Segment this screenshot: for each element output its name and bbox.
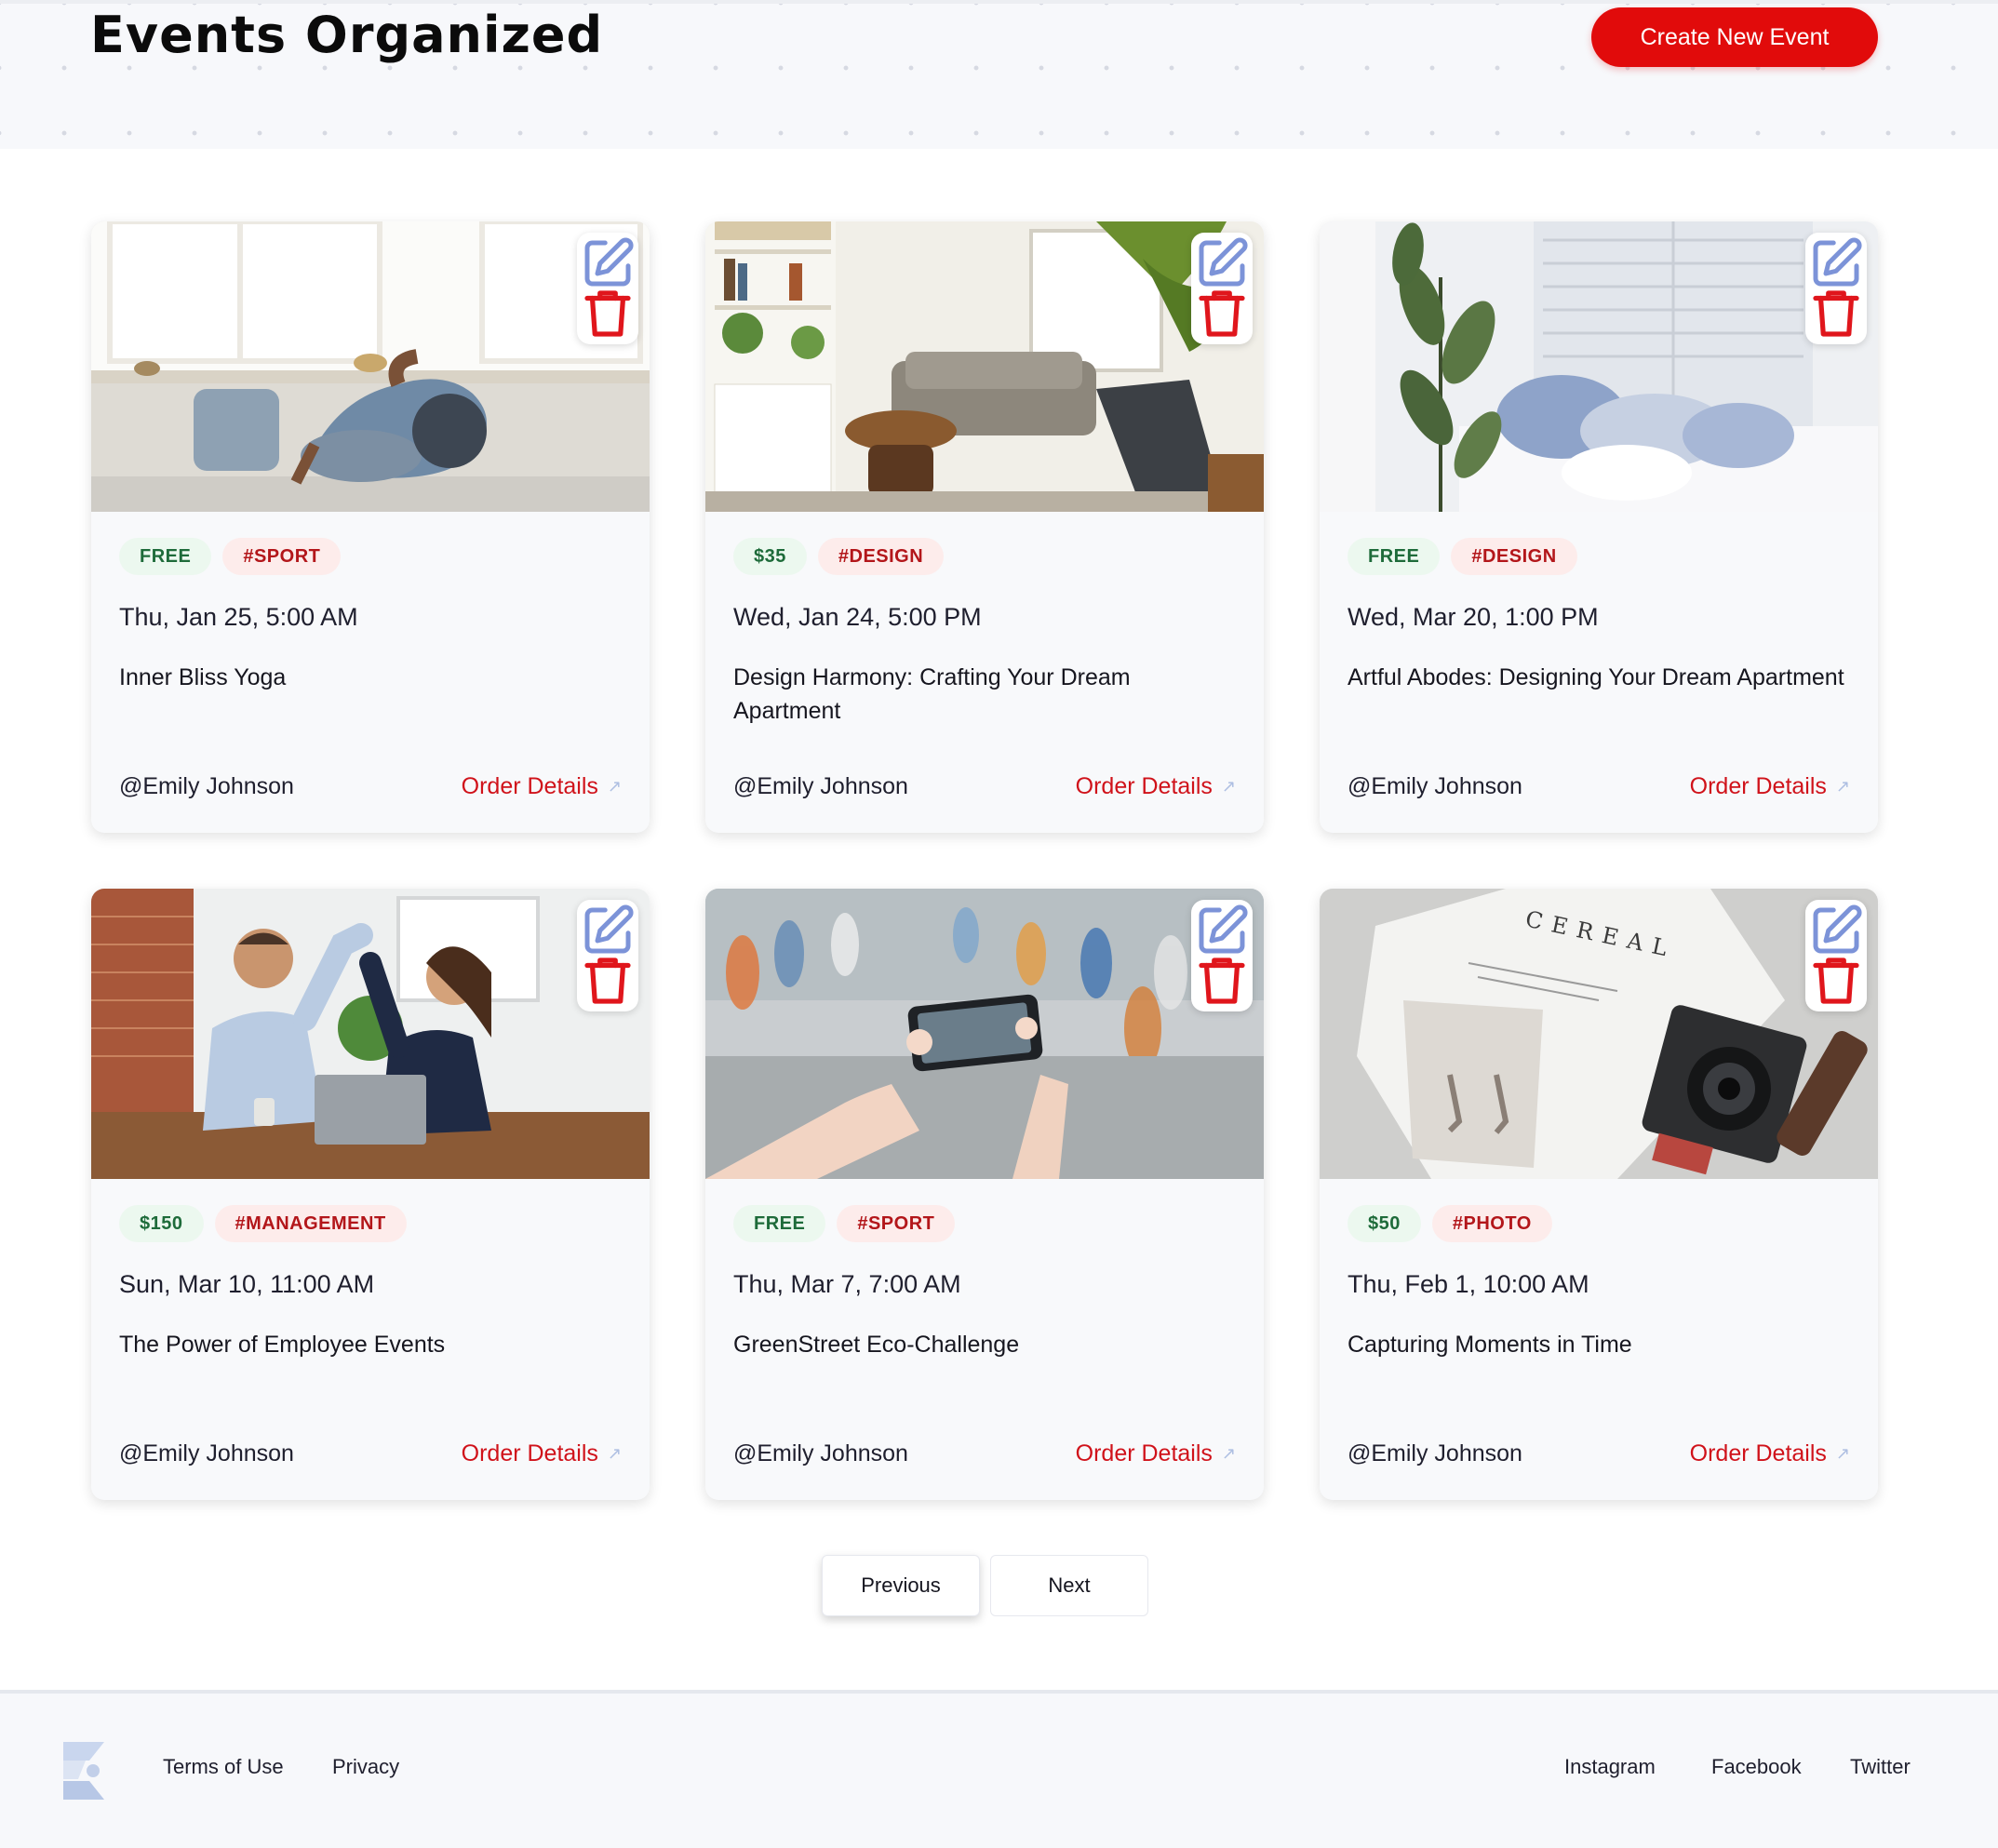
event-date: Thu, Feb 1, 10:00 AM: [1348, 1270, 1589, 1298]
event-title: Inner Bliss Yoga: [119, 664, 287, 690]
price-tag: $35: [733, 538, 807, 575]
arrow-up-right-icon: ↗: [1221, 1444, 1236, 1463]
trash-icon: [1813, 957, 1859, 1004]
page-title: Events Organized: [90, 6, 604, 64]
event-author: @Emily Johnson: [1348, 773, 1522, 799]
tag-list: FREE #SPORT: [733, 1205, 956, 1242]
event-title: The Power of Employee Events: [119, 1332, 446, 1358]
arrow-up-right-icon: ↗: [1835, 777, 1850, 796]
category-tag: #SPORT: [837, 1205, 956, 1242]
card-actions: [1805, 233, 1867, 344]
delete-button[interactable]: [1805, 956, 1867, 1006]
tag-list: $50 #PHOTO: [1348, 1205, 1552, 1242]
event-date: Wed, Mar 20, 1:00 PM: [1348, 603, 1599, 631]
order-details-link[interactable]: Order Details ↗: [1076, 1440, 1236, 1467]
card-actions: [1191, 233, 1253, 344]
event-date: Thu, Jan 25, 5:00 AM: [119, 603, 358, 631]
category-tag: #SPORT: [222, 538, 342, 575]
event-author: @Emily Johnson: [119, 773, 294, 799]
trash-icon: [1813, 290, 1859, 337]
delete-button[interactable]: [1191, 956, 1253, 1006]
trash-icon: [584, 290, 631, 337]
price-tag: $150: [119, 1205, 204, 1242]
order-details-label: Order Details: [1689, 1440, 1827, 1466]
card-actions: [1191, 900, 1253, 1011]
footer-link-instagram[interactable]: Instagram: [1564, 1755, 1656, 1779]
order-details-label: Order Details: [1689, 773, 1827, 799]
event-card: CEREAL $50 #PHOTO Thu, Feb 1, 10:00 AM C…: [1320, 889, 1878, 1500]
footer-link-privacy[interactable]: Privacy: [332, 1755, 399, 1779]
create-new-event-button[interactable]: Create New Event: [1591, 7, 1878, 67]
event-author: @Emily Johnson: [1348, 1440, 1522, 1466]
tag-list: $35 #DESIGN: [733, 538, 945, 575]
trash-icon: [1199, 957, 1245, 1004]
tag-list: FREE #SPORT: [119, 538, 342, 575]
next-button[interactable]: Next: [990, 1555, 1148, 1616]
tag-list: $150 #MANAGEMENT: [119, 1205, 407, 1242]
category-tag: #DESIGN: [817, 538, 945, 575]
event-image-living-room: [705, 221, 1264, 512]
card-actions: [577, 233, 638, 344]
arrow-up-right-icon: ↗: [607, 777, 622, 796]
event-card: $35 #DESIGN Wed, Jan 24, 5:00 PM Design …: [705, 221, 1264, 833]
footer-link-terms[interactable]: Terms of Use: [163, 1755, 284, 1779]
event-date: Wed, Jan 24, 5:00 PM: [733, 603, 982, 631]
event-title: Artful Abodes: Designing Your Dream Apar…: [1348, 664, 1844, 690]
footer: Terms of Use Privacy Instagram Facebook …: [0, 1690, 1998, 1848]
event-card: FREE #SPORT Thu, Mar 7, 7:00 AM GreenStr…: [705, 889, 1264, 1500]
delete-button[interactable]: [1805, 288, 1867, 339]
card-actions: [1805, 900, 1867, 1011]
footer-link-facebook[interactable]: Facebook: [1711, 1755, 1802, 1779]
delete-button[interactable]: [577, 956, 638, 1006]
event-image-magazine-camera: CEREAL: [1320, 889, 1878, 1179]
trash-icon: [1199, 290, 1245, 337]
event-image-bedroom: [1320, 221, 1878, 512]
category-tag: #DESIGN: [1451, 538, 1577, 575]
price-tag: FREE: [1348, 538, 1441, 575]
event-date: Sun, Mar 10, 11:00 AM: [119, 1270, 375, 1298]
price-tag: FREE: [733, 1205, 826, 1242]
arrow-up-right-icon: ↗: [1221, 777, 1236, 796]
event-title: GreenStreet Eco-Challenge: [733, 1332, 1020, 1358]
logo-icon[interactable]: [58, 1742, 110, 1800]
card-actions: [577, 900, 638, 1011]
category-tag: #PHOTO: [1431, 1205, 1552, 1242]
event-date: Thu, Mar 7, 7:00 AM: [733, 1270, 961, 1298]
order-details-link[interactable]: Order Details ↗: [1076, 773, 1236, 800]
event-author: @Emily Johnson: [119, 1440, 294, 1466]
order-details-label: Order Details: [1075, 1440, 1213, 1466]
event-image-office-high-five: [91, 889, 650, 1179]
order-details-link[interactable]: Order Details ↗: [1690, 773, 1850, 800]
order-details-link[interactable]: Order Details ↗: [462, 1440, 622, 1467]
order-details-link[interactable]: Order Details ↗: [1690, 1440, 1850, 1467]
footer-link-twitter[interactable]: Twitter: [1850, 1755, 1911, 1779]
event-card: FREE #DESIGN Wed, Mar 20, 1:00 PM Artful…: [1320, 221, 1878, 833]
previous-button[interactable]: Previous: [822, 1555, 980, 1616]
order-details-link[interactable]: Order Details ↗: [462, 773, 622, 800]
event-card: $150 #MANAGEMENT Sun, Mar 10, 11:00 AM T…: [91, 889, 650, 1500]
category-tag: #MANAGEMENT: [214, 1205, 407, 1242]
page-header: Events Organized Create New Event: [0, 0, 1998, 149]
event-title: Capturing Moments in Time: [1348, 1332, 1632, 1358]
event-author: @Emily Johnson: [733, 773, 908, 799]
tag-list: FREE #DESIGN: [1348, 538, 1577, 575]
trash-icon: [584, 957, 631, 1004]
event-title: Design Harmony: Crafting Your Dream Apar…: [733, 664, 1131, 724]
price-tag: FREE: [119, 538, 212, 575]
event-image-street-phone: [705, 889, 1264, 1179]
event-author: @Emily Johnson: [733, 1440, 908, 1466]
event-image-yoga: [91, 221, 650, 512]
arrow-up-right-icon: ↗: [607, 1444, 622, 1463]
event-card: FREE #SPORT Thu, Jan 25, 5:00 AM Inner B…: [91, 221, 650, 833]
delete-button[interactable]: [1191, 288, 1253, 339]
delete-button[interactable]: [577, 288, 638, 339]
order-details-label: Order Details: [461, 1440, 598, 1466]
price-tag: $50: [1348, 1205, 1421, 1242]
order-details-label: Order Details: [1075, 773, 1213, 799]
arrow-up-right-icon: ↗: [1835, 1444, 1850, 1463]
order-details-label: Order Details: [461, 773, 598, 799]
